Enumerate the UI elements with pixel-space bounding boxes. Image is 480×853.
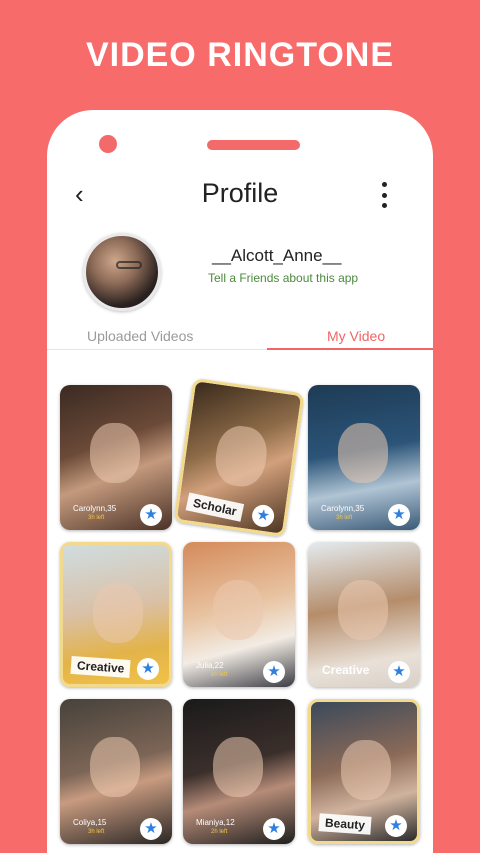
video-card[interactable]: Creative ★ xyxy=(60,542,172,687)
video-tag-label: Creative xyxy=(70,655,131,679)
video-card[interactable]: Creative ★ xyxy=(308,542,420,687)
username: __Alcott_Anne__ xyxy=(212,246,342,265)
video-card[interactable]: Beauty ★ xyxy=(308,699,420,844)
star-icon[interactable]: ★ xyxy=(250,503,276,529)
video-card[interactable]: Carolynn,35 3h left ★ xyxy=(308,385,420,530)
video-time-left: 3h left xyxy=(88,829,105,835)
share-app-link[interactable]: Tell a Friends about this app xyxy=(208,271,358,285)
tab-uploaded-videos[interactable]: Uploaded Videos xyxy=(87,328,193,344)
page-title: Profile xyxy=(201,178,279,208)
camera-dot xyxy=(99,135,117,153)
app-bar: ‹ Profile xyxy=(47,170,433,220)
video-card[interactable]: Mianiya,12 2h left ★ xyxy=(183,699,295,844)
promo-title: VIDEO RINGTONE xyxy=(85,36,395,74)
star-icon[interactable]: ★ xyxy=(385,815,407,837)
speaker-bar xyxy=(207,140,300,150)
video-time-left: 3h left xyxy=(88,515,105,521)
tab-my-video[interactable]: My Video xyxy=(327,328,385,344)
video-user-name: Julia,22 xyxy=(196,661,224,670)
star-icon[interactable]: ★ xyxy=(388,661,410,683)
video-tag-label: Creative xyxy=(322,663,370,677)
phone-frame: ‹ Profile __Alcott_Anne__ Tell a Friends… xyxy=(47,110,433,853)
star-icon[interactable]: ★ xyxy=(263,818,285,840)
more-vertical-icon[interactable] xyxy=(379,182,389,208)
star-icon[interactable]: ★ xyxy=(137,658,159,680)
video-user-name: Coliya,15 xyxy=(73,818,107,827)
video-user-name: Mianiya,12 xyxy=(196,818,235,827)
video-time-left: 3h left xyxy=(336,515,353,521)
star-icon[interactable]: ★ xyxy=(263,661,285,683)
video-user-name: Carolynn,35 xyxy=(321,504,365,513)
video-time-left: 2h left xyxy=(211,829,228,835)
star-icon[interactable]: ★ xyxy=(388,504,410,526)
video-card[interactable]: Coliya,15 3h left ★ xyxy=(60,699,172,844)
video-card[interactable]: Julia,22 6h left ★ xyxy=(183,542,295,687)
star-icon[interactable]: ★ xyxy=(140,504,162,526)
video-tag-label: Beauty xyxy=(318,813,372,835)
video-tag-label: Scholar xyxy=(185,492,245,522)
active-tab-indicator xyxy=(267,348,433,350)
video-user-name: Carolynn,35 xyxy=(73,504,117,513)
video-card[interactable]: Carolynn,35 3h left ★ xyxy=(60,385,172,530)
tab-bar: Uploaded Videos My Video xyxy=(47,320,433,350)
video-time-left: 6h left xyxy=(211,672,228,678)
star-icon[interactable]: ★ xyxy=(140,818,162,840)
avatar[interactable] xyxy=(83,233,161,311)
video-card[interactable]: Scholar ★ xyxy=(173,377,305,538)
